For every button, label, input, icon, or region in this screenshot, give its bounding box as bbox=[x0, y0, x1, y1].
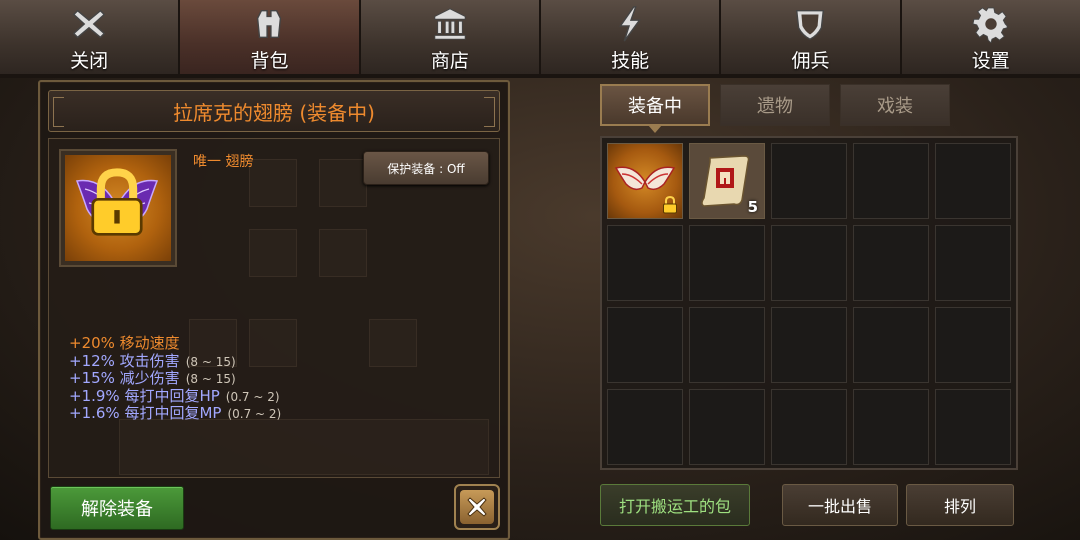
item-count-badge: 5 bbox=[747, 198, 758, 216]
tab-costume[interactable]: 戏装 bbox=[840, 84, 950, 126]
nav-settings-label: 设置 bbox=[971, 50, 1010, 72]
inventory-slot[interactable] bbox=[607, 143, 683, 219]
skill-icon bbox=[608, 4, 652, 44]
lock-icon bbox=[663, 196, 677, 214]
inventory-slot[interactable] bbox=[853, 143, 929, 219]
close-icon bbox=[67, 4, 111, 44]
inventory-slot[interactable] bbox=[689, 307, 765, 383]
inventory-slot[interactable] bbox=[607, 307, 683, 383]
tab-relics[interactable]: 遗物 bbox=[720, 84, 830, 126]
stat-line: +1.6% 每打中回复MP (0.7 ~ 2) bbox=[69, 404, 282, 422]
inventory-slot[interactable] bbox=[771, 225, 847, 301]
item-title: 拉席克的翅膀 (装备中) bbox=[173, 100, 375, 125]
stat-line: +12% 攻击伤害 (8 ~ 15) bbox=[69, 351, 236, 370]
inventory-tabs: 装备中 遗物 戏装 bbox=[600, 84, 950, 133]
bulk-sell-button[interactable]: 一批出售 bbox=[782, 484, 898, 526]
nav-mercenary-button[interactable]: 佣兵 bbox=[721, 0, 900, 76]
stat-line: +15% 减少伤害 (8 ~ 15) bbox=[69, 369, 236, 387]
tab-equipped[interactable]: 装备中 bbox=[600, 84, 710, 133]
background-stat-table bbox=[119, 419, 489, 475]
nav-settings-button[interactable]: 设置 bbox=[901, 0, 1080, 76]
inventory-slot[interactable] bbox=[771, 143, 847, 219]
inventory-slot[interactable] bbox=[853, 389, 929, 465]
backpack-icon bbox=[247, 4, 291, 44]
nav-close-button[interactable]: 关闭 bbox=[0, 0, 179, 76]
inventory-slot[interactable] bbox=[853, 307, 929, 383]
gear-icon bbox=[969, 4, 1013, 44]
inventory-slot[interactable] bbox=[689, 389, 765, 465]
inventory-slot[interactable] bbox=[771, 307, 847, 383]
shop-icon bbox=[428, 4, 472, 44]
inventory-slot[interactable] bbox=[607, 389, 683, 465]
inventory-slot[interactable] bbox=[935, 143, 1011, 219]
inventory-grid: 5 bbox=[607, 143, 1011, 465]
item-detail-panel: 拉席克的翅膀 (装备中) 唯一 翅膀 保护装备: Off +20% 移动速度 … bbox=[38, 80, 510, 540]
inventory-slot[interactable] bbox=[607, 225, 683, 301]
item-detail-body: 唯一 翅膀 保护装备 : Off +20% 移动速度 +12% 攻击伤害 (8 ~… bbox=[48, 138, 500, 478]
nav-shop-label: 商店 bbox=[430, 50, 469, 72]
background-equipment-slot bbox=[249, 159, 297, 207]
close-detail-button[interactable] bbox=[454, 484, 500, 530]
inventory-slot[interactable] bbox=[935, 225, 1011, 301]
inventory-slot[interactable] bbox=[771, 389, 847, 465]
background-equipment-slot bbox=[249, 229, 297, 277]
nav-shop-button[interactable]: 商店 bbox=[360, 0, 539, 76]
item-stats-list: +20% 移动速度 +12% 攻击伤害 (8 ~ 15) +15% 减少伤害 (8 … bbox=[69, 335, 281, 423]
background-equipment-slot bbox=[319, 229, 367, 277]
nav-backpack-button[interactable]: 背包 bbox=[180, 0, 359, 76]
nav-skill-button[interactable]: 技能 bbox=[540, 0, 720, 76]
sort-button[interactable]: 排列 bbox=[906, 484, 1014, 526]
mercenary-shield-icon bbox=[788, 4, 832, 44]
nav-mercenary-label: 佣兵 bbox=[791, 50, 830, 72]
inventory-slot[interactable] bbox=[935, 389, 1011, 465]
unequip-button[interactable]: 解除装备 bbox=[50, 486, 184, 530]
nav-close-label: 关闭 bbox=[70, 50, 109, 72]
inventory-slot[interactable] bbox=[935, 307, 1011, 383]
inventory-slot[interactable]: 5 bbox=[689, 143, 765, 219]
stat-line: +1.9% 每打中回复HP (0.7 ~ 2) bbox=[69, 386, 280, 405]
nav-skill-label: 技能 bbox=[611, 50, 650, 72]
lock-icon bbox=[91, 168, 143, 236]
top-navigation: 关闭 背包 商店 技能 佣兵 设置 bbox=[0, 0, 1080, 78]
inventory-slot[interactable] bbox=[853, 225, 929, 301]
background-equipment-slot bbox=[369, 319, 417, 367]
protect-equipment-toggle[interactable]: 保护装备 : Off bbox=[363, 151, 489, 185]
nav-backpack-label: 背包 bbox=[250, 50, 289, 72]
inventory-grid-panel: 5 bbox=[600, 136, 1018, 470]
close-icon bbox=[467, 497, 487, 517]
background-equipment-slot bbox=[319, 159, 367, 207]
stat-line: +20% 移动速度 bbox=[69, 334, 180, 352]
item-type-label: 唯一 翅膀 bbox=[193, 154, 254, 170]
item-icon-frame bbox=[59, 149, 177, 267]
item-title-bar: 拉席克的翅膀 (装备中) bbox=[48, 90, 500, 132]
inventory-slot[interactable] bbox=[689, 225, 765, 301]
open-porter-bag-button[interactable]: 打开搬运工的包 bbox=[600, 484, 750, 526]
